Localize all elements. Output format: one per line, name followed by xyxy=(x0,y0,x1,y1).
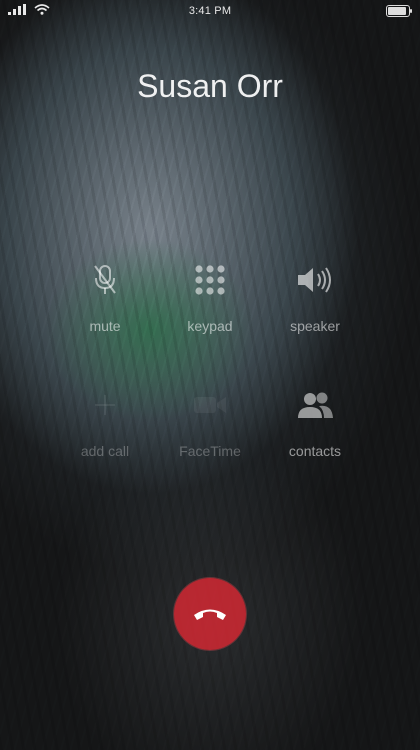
battery-fill xyxy=(388,7,406,15)
keypad-button[interactable]: keypad xyxy=(150,260,270,334)
keypad-icon xyxy=(195,265,225,295)
contacts-icon xyxy=(298,392,333,418)
facetime-label: FaceTime xyxy=(179,443,241,459)
speaker-button[interactable]: speaker xyxy=(255,260,375,334)
speaker-label: speaker xyxy=(290,318,340,334)
status-bar: 3:41 PM xyxy=(0,0,420,22)
add-call-label: add call xyxy=(80,443,130,459)
contacts-button[interactable]: contacts xyxy=(255,385,375,459)
mute-label: mute xyxy=(89,318,121,334)
wifi-icon xyxy=(34,4,50,15)
mute-button[interactable]: mute xyxy=(45,260,165,334)
status-left xyxy=(8,4,50,15)
facetime-icon xyxy=(194,397,226,413)
keypad-label: keypad xyxy=(187,318,233,334)
signal-bars-icon xyxy=(8,4,26,15)
battery-icon xyxy=(386,5,412,17)
end-call-button[interactable] xyxy=(174,578,246,650)
caller-name: Susan Orr xyxy=(137,68,283,104)
facetime-button[interactable]: FaceTime xyxy=(150,385,270,459)
add-icon xyxy=(95,395,115,415)
add-call-button[interactable]: add call xyxy=(45,385,165,459)
status-time: 3:41 PM xyxy=(188,5,232,17)
contacts-label: contacts xyxy=(288,443,342,459)
speaker-icon xyxy=(298,267,331,293)
mute-microphone-icon xyxy=(94,265,116,294)
end-call-icon xyxy=(194,609,226,620)
